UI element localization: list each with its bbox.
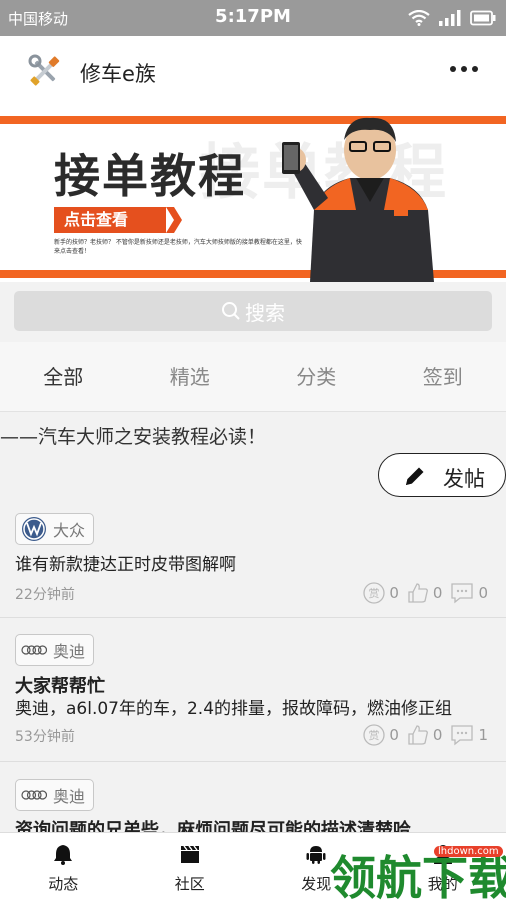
volkswagen-logo-icon — [22, 517, 46, 541]
pencil-icon — [406, 467, 424, 485]
pinned-notice[interactable]: ——汽车大师之安装教程必读！ — [0, 422, 266, 449]
like-count: 0 — [432, 726, 443, 744]
new-post-button[interactable]: 发帖 — [378, 453, 506, 497]
thumbs-up-icon[interactable] — [407, 724, 429, 746]
comment-icon[interactable] — [450, 724, 474, 746]
reward-icon[interactable]: 赏 — [363, 582, 386, 604]
comment-count: 1 — [478, 726, 488, 744]
mechanic-illustration — [282, 117, 434, 282]
tab-featured[interactable]: 精选 — [127, 342, 254, 411]
nav-label: 动态 — [48, 875, 79, 893]
signal-icon — [439, 10, 461, 26]
category-tabs: 全部 精选 分类 签到 — [0, 342, 506, 412]
audi-logo-icon — [21, 645, 47, 655]
brand-name: 奥迪 — [53, 787, 86, 806]
watermark-url: lhdown.com — [434, 846, 503, 857]
new-post-label: 发帖 — [443, 467, 485, 491]
nav-label: 社区 — [174, 875, 205, 893]
post-text: 奥迪，a6l.07年的车，2.4的排量，报故障码，燃油修正组 — [15, 699, 453, 719]
nav-item-activity[interactable]: 动态 — [0, 833, 127, 900]
audi-logo-icon — [21, 790, 47, 800]
search-area: 搜索 — [0, 282, 506, 342]
tab-all[interactable]: 全部 — [0, 342, 127, 411]
post-item[interactable]: 大众 谁有新款捷达正时皮带图解啊 22分钟前 赏 0 0 0 — [0, 500, 506, 618]
post-item[interactable]: 奥迪 大家帮帮忙 奥迪，a6l.07年的车，2.4的排量，报故障码，燃油修正组 … — [0, 618, 506, 762]
site-watermark: 领航下载 lhdown.com — [330, 836, 506, 900]
search-placeholder: 搜索 — [245, 300, 285, 325]
brand-tag[interactable]: 大众 — [15, 513, 95, 545]
post-item[interactable]: 奥迪 资询问题的兄弟些，麻烦问题尽可能的描述清楚哈 — [0, 762, 506, 841]
post-stats: 赏 0 0 1 — [363, 724, 492, 746]
status-bar: 中国移动 5:17PM — [0, 0, 506, 36]
wifi-icon — [408, 10, 430, 26]
tab-check-in[interactable]: 签到 — [380, 342, 506, 411]
banner-description: 新手的技师？老技师？ 不管你是新技师还是老技师，汽车大师技师版的接单教程都在这里… — [54, 239, 302, 255]
tutorial-banner[interactable]: 接单教程 接单教程 点击查看 新手的技师？老技师？ 不管你是新技师还是老技师，汽… — [0, 110, 506, 282]
bell-icon — [54, 845, 73, 865]
post-text: 谁有新款捷达正时皮带图解啊 — [15, 555, 236, 575]
brand-name: 大众 — [53, 521, 86, 540]
search-icon — [222, 302, 240, 320]
banner-cta-button[interactable]: 点击查看 — [54, 207, 166, 233]
post-stats: 赏 0 0 0 — [363, 582, 492, 604]
android-icon — [306, 846, 326, 864]
post-time: 22分钟前 — [15, 587, 75, 603]
like-count: 0 — [432, 584, 443, 602]
system-icons — [408, 9, 496, 27]
app-header: 修车e族 — [0, 36, 506, 110]
comment-count: 0 — [478, 584, 488, 602]
chevron-right-icon — [166, 207, 182, 233]
brand-name: 奥迪 — [53, 642, 86, 661]
app-title: 修车e族 — [80, 62, 156, 86]
thumbs-up-icon[interactable] — [407, 582, 429, 604]
tab-categories[interactable]: 分类 — [253, 342, 380, 411]
reward-glyph: 赏 — [369, 729, 380, 742]
brand-tag[interactable]: 奥迪 — [15, 634, 95, 666]
reward-glyph: 赏 — [369, 587, 380, 600]
battery-icon — [470, 10, 496, 26]
post-time: 53分钟前 — [15, 729, 75, 745]
reward-icon[interactable]: 赏 — [363, 724, 386, 746]
nav-item-community[interactable]: 社区 — [127, 833, 254, 900]
comment-icon[interactable] — [450, 582, 474, 604]
reward-count: 0 — [389, 584, 399, 602]
brand-tag[interactable]: 奥迪 — [15, 779, 95, 811]
reward-count: 0 — [389, 726, 399, 744]
tools-logo-icon — [28, 54, 60, 86]
search-input[interactable]: 搜索 — [14, 291, 492, 331]
clapperboard-icon — [180, 845, 199, 863]
banner-title: 接单教程 — [54, 149, 246, 203]
more-options-icon[interactable] — [450, 66, 478, 72]
